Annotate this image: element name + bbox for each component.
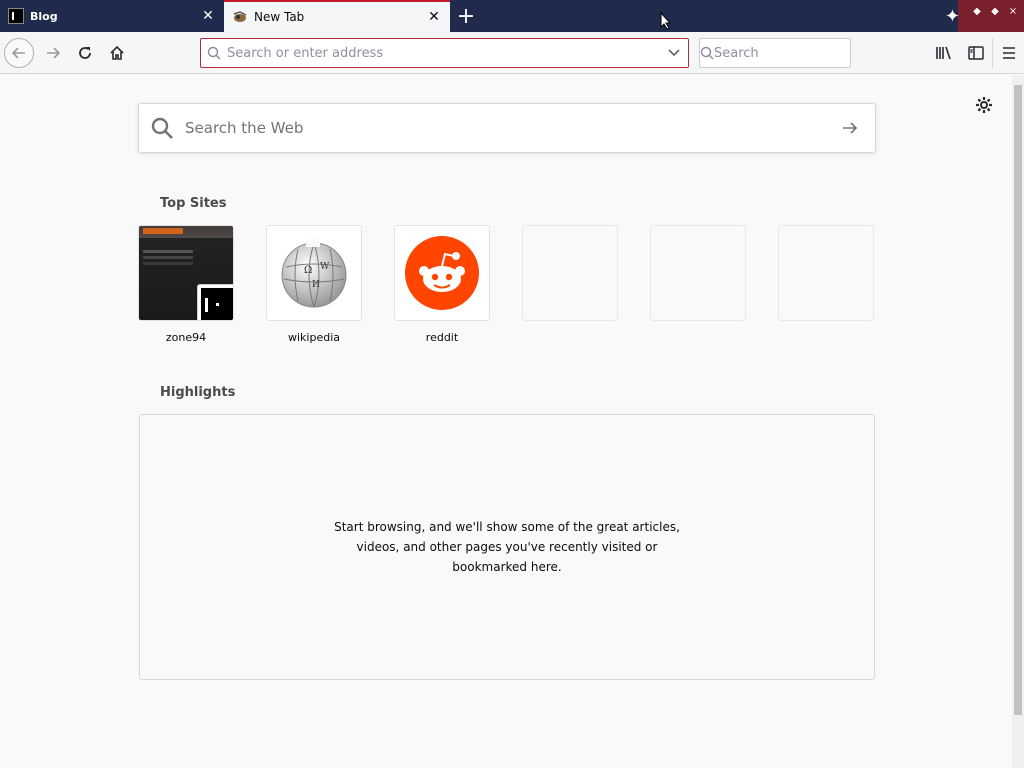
library-button[interactable]	[928, 38, 960, 68]
close-tab-icon[interactable]: ✕	[424, 7, 444, 27]
library-icon	[936, 46, 951, 60]
forward-arrow-icon	[47, 47, 61, 59]
highlights-empty-state: Start browsing, and we'll show some of t…	[139, 414, 875, 680]
blog-favicon-icon	[8, 8, 24, 24]
top-site-zone94[interactable]: zone94	[138, 225, 234, 344]
home-icon	[110, 45, 124, 60]
svg-text:W: W	[320, 262, 330, 272]
tab-new-tab[interactable]: New Tab ✕	[224, 0, 450, 32]
settings-gear-icon[interactable]	[974, 95, 994, 115]
search-bar[interactable]	[699, 38, 884, 68]
search-icon	[139, 116, 185, 140]
newtab-favicon-icon	[232, 9, 248, 25]
close-window-icon[interactable]: ⨯	[1006, 4, 1020, 18]
forward-button[interactable]	[38, 38, 68, 68]
search-input[interactable]	[714, 45, 884, 61]
new-tab-plus-icon[interactable]: +	[452, 4, 480, 29]
web-search-box[interactable]	[138, 103, 876, 153]
top-site-empty[interactable]	[778, 225, 874, 321]
highlights-heading: Highlights	[160, 385, 236, 400]
reddit-logo-icon	[405, 236, 479, 310]
tab-blog[interactable]: Blog ✕	[0, 0, 224, 32]
svg-text:Ω: Ω	[304, 265, 312, 276]
back-button[interactable]	[4, 38, 34, 68]
top-site-empty[interactable]	[650, 225, 746, 321]
wikipedia-globe-icon: Ω W И	[281, 239, 347, 308]
site-label: zone94	[165, 331, 207, 344]
site-tile[interactable]: Ω W И	[266, 225, 362, 321]
empty-site-tile[interactable]	[650, 225, 746, 321]
star-icon[interactable]: ✦	[945, 6, 960, 27]
sidebar-button[interactable]	[960, 38, 992, 68]
menu-button[interactable]	[992, 38, 1024, 68]
highlights-empty-message: Start browsing, and we'll show some of t…	[334, 520, 680, 574]
navigation-toolbar	[0, 32, 1024, 74]
tab-title: New Tab	[254, 10, 305, 24]
chevron-down-icon[interactable]	[660, 49, 688, 57]
empty-site-tile[interactable]	[778, 225, 874, 321]
tab-title: Blog	[30, 9, 58, 23]
web-search-input[interactable]	[185, 119, 825, 137]
zone94-logo-icon	[197, 284, 233, 320]
url-input[interactable]	[227, 45, 660, 61]
scrollbar-thumb[interactable]	[1014, 85, 1022, 715]
arrow-right-icon[interactable]	[825, 120, 875, 136]
search-icon	[201, 46, 227, 60]
maximize-icon[interactable]: ◆	[988, 4, 1002, 18]
reload-icon	[79, 47, 91, 59]
top-sites-heading: Top Sites	[160, 196, 227, 211]
search-icon	[700, 46, 714, 60]
top-site-reddit[interactable]: reddit	[394, 225, 490, 344]
toolbar-right	[928, 38, 1024, 68]
mouse-cursor-icon	[660, 12, 672, 30]
url-bar[interactable]	[200, 38, 689, 68]
site-tile[interactable]	[138, 225, 234, 321]
scrollbar[interactable]	[1012, 75, 1024, 768]
window-controls: ◆ ◆ ⨯	[970, 4, 1020, 18]
minimize-icon[interactable]: ◆	[970, 4, 984, 18]
site-label: reddit	[425, 331, 459, 344]
top-site-wikipedia[interactable]: Ω W И wikipedia	[266, 225, 362, 344]
reload-button[interactable]	[70, 38, 100, 68]
close-tab-icon[interactable]: ✕	[198, 6, 218, 26]
home-button[interactable]	[102, 38, 132, 68]
back-arrow-icon	[11, 47, 25, 59]
site-tile[interactable]	[394, 225, 490, 321]
top-site-empty[interactable]	[522, 225, 618, 321]
sidebar-icon	[968, 46, 984, 60]
site-label: wikipedia	[287, 331, 340, 344]
svg-text:И: И	[312, 280, 320, 290]
empty-site-tile[interactable]	[522, 225, 618, 321]
hamburger-menu-icon	[1002, 47, 1015, 59]
tab-strip: Blog ✕ New Tab ✕ + ✦ ◆ ◆ ⨯	[0, 0, 1024, 32]
